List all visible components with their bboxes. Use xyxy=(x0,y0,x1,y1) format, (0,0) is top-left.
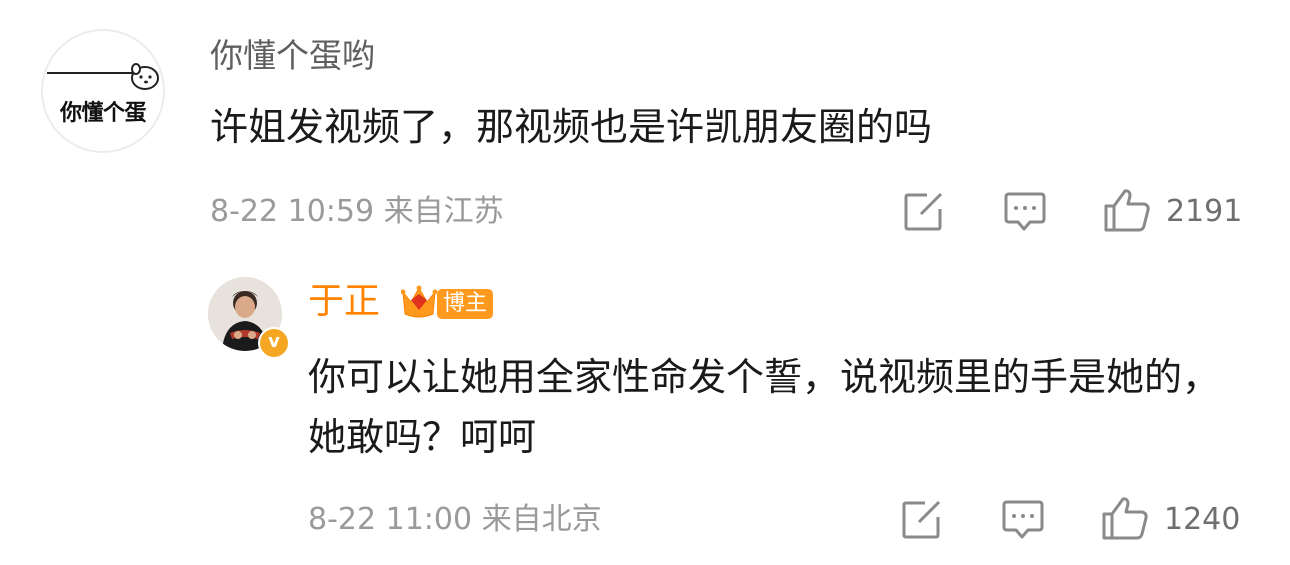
comment-username[interactable]: 你懂个蛋哟 xyxy=(210,34,375,78)
avatar-line xyxy=(47,72,133,74)
reply-text: 你可以让她用全家性命发个誓，说视频里的手是她的，她敢吗？呵呵 xyxy=(308,355,1221,459)
reply-meta: 8-22 11:00 来自北京 xyxy=(308,500,602,540)
reply-username[interactable]: 于正 xyxy=(308,279,380,325)
comment-text: 许姐发视频了，那视频也是许凯朋友圈的吗 xyxy=(210,105,933,149)
blogger-badge[interactable]: 博主 xyxy=(437,289,493,319)
verified-badge: v xyxy=(258,327,290,359)
avatar[interactable]: 你懂个蛋 xyxy=(41,29,165,153)
share-icon[interactable] xyxy=(901,500,943,540)
like-icon[interactable] xyxy=(1101,496,1149,540)
avatar-text: 你懂个蛋 xyxy=(59,101,147,126)
verified-mark: v xyxy=(268,331,280,352)
like-icon[interactable] xyxy=(1103,188,1151,232)
like-count: 1240 xyxy=(1164,502,1241,537)
reply-timestamp: 8-22 11:00 xyxy=(308,502,473,537)
comment-meta: 8-22 10:59 来自江苏 xyxy=(210,192,504,232)
like-count: 2191 xyxy=(1166,194,1243,229)
reply-location: 来自北京 xyxy=(481,502,602,537)
share-icon[interactable] xyxy=(903,192,945,232)
comment-timestamp: 8-22 10:59 xyxy=(210,194,375,229)
comment-icon[interactable] xyxy=(1004,192,1046,232)
comment-icon[interactable] xyxy=(1002,500,1044,540)
dog-icon xyxy=(131,63,159,90)
comment-location: 来自江苏 xyxy=(383,194,504,229)
